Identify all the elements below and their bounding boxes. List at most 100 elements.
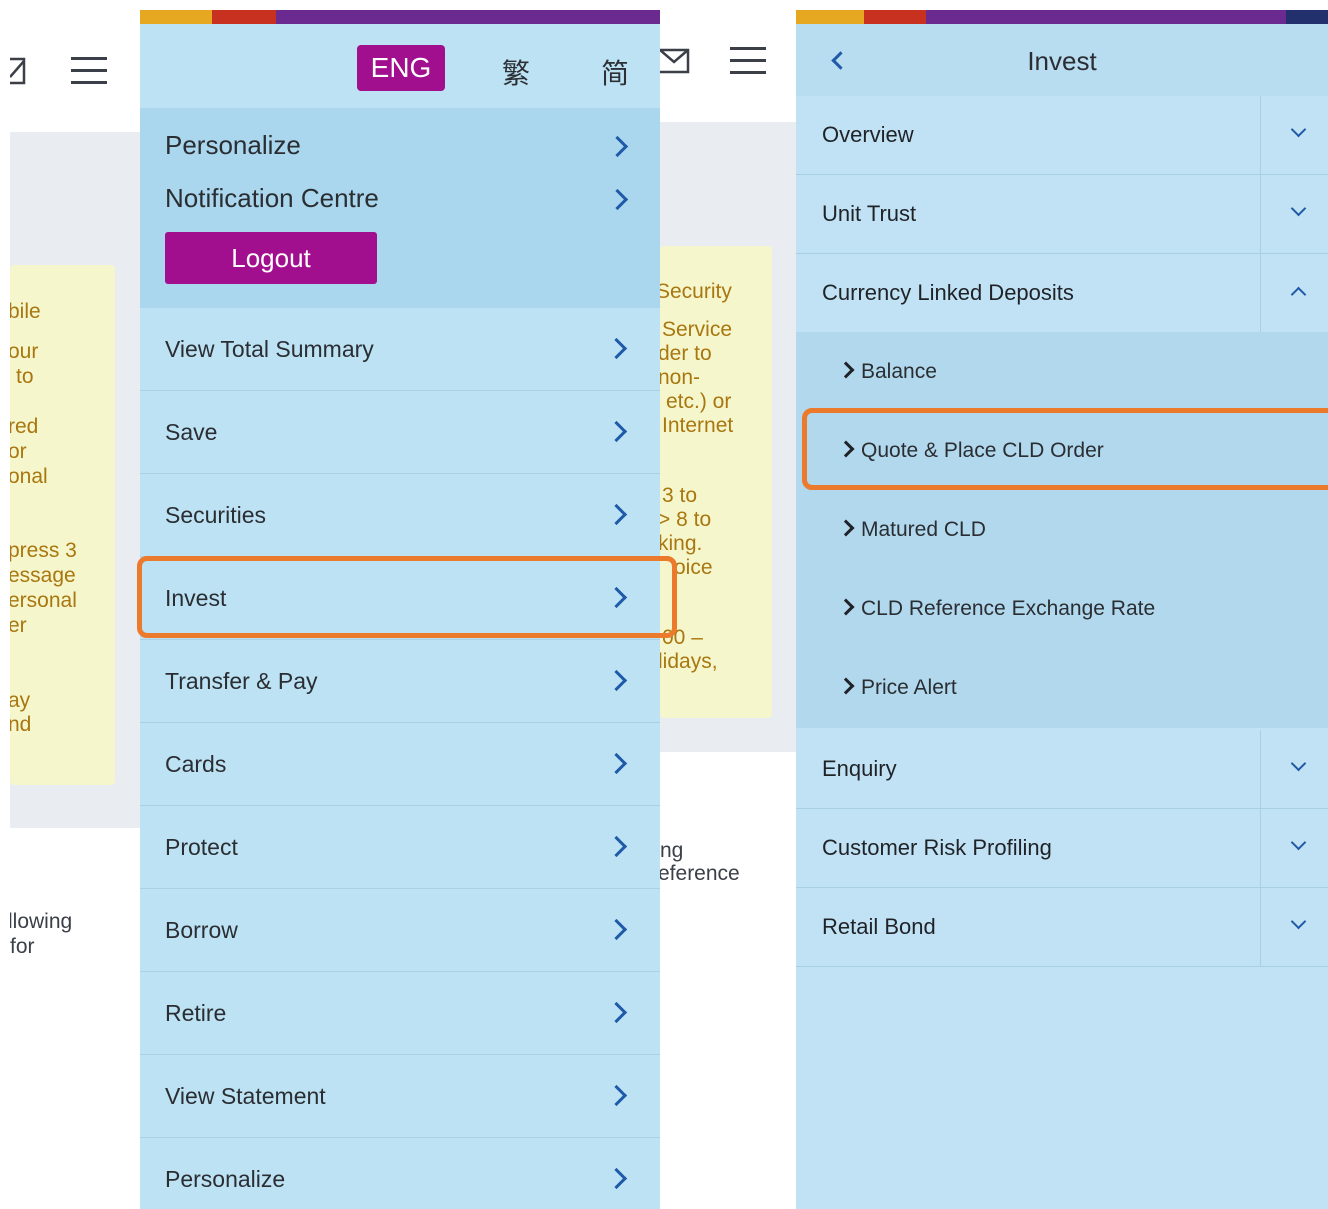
notice-text: der to — [660, 342, 712, 365]
menu-item-save[interactable]: Save — [140, 391, 660, 474]
section-currency-linked-deposits[interactable]: Currency Linked Deposits — [796, 254, 1328, 333]
divider — [1260, 809, 1261, 887]
notice-text: bile — [10, 300, 41, 323]
notice-text: essage — [10, 564, 76, 587]
chevron-down-icon — [1290, 200, 1307, 217]
notice-box: Security Service der to non- etc.) or In… — [660, 246, 772, 718]
personal-section: Personalize Notification Centre Logout — [140, 108, 660, 308]
hamburger-menu-icon[interactable] — [71, 56, 109, 86]
menu-item-personalize-bottom[interactable]: Personalize — [140, 1138, 660, 1209]
section-label: Customer Risk Profiling — [822, 835, 1052, 860]
menu-item-borrow[interactable]: Borrow — [140, 889, 660, 972]
chevron-right-icon — [606, 135, 629, 158]
section-label: Currency Linked Deposits — [822, 280, 1074, 305]
menu-item-cards[interactable]: Cards — [140, 723, 660, 806]
chevron-up-icon — [1290, 286, 1307, 303]
chevron-right-icon — [605, 669, 628, 692]
divider — [1260, 730, 1261, 808]
menu-item-view-total-summary[interactable]: View Total Summary — [140, 308, 660, 391]
section-retail-bond[interactable]: Retail Bond — [796, 888, 1328, 967]
lang-traditional-button[interactable]: 繁 — [502, 52, 530, 92]
notice-text: oice — [674, 556, 713, 579]
menu-item-personalize[interactable]: Personalize — [165, 130, 301, 161]
section-unit-trust[interactable]: Unit Trust — [796, 175, 1328, 254]
submenu-item-price-alert[interactable]: Price Alert — [796, 648, 1328, 727]
menu-item-retire[interactable]: Retire — [140, 972, 660, 1055]
menu-item-label: Protect — [165, 834, 238, 860]
notice-box: bile our to red or onal press 3 essage e… — [10, 265, 115, 785]
submenu-item-cld-reference-exchange-rate[interactable]: CLD Reference Exchange Rate — [796, 569, 1328, 648]
chevron-right-icon — [605, 1167, 628, 1190]
notice-text: ersonal — [10, 589, 77, 612]
chevron-down-icon — [1290, 755, 1307, 772]
highlight-quote-place-cld-order — [802, 408, 1328, 490]
lang-eng-button[interactable]: ENG — [357, 45, 445, 91]
brand-stripe — [140, 10, 660, 24]
invest-panel: Invest Overview Unit Trust Currency Link… — [796, 10, 1328, 1209]
notice-text: Internet — [662, 414, 734, 437]
chevron-right-icon — [605, 503, 628, 526]
notice-text: Service — [662, 318, 733, 341]
section-label: Retail Bond — [822, 914, 936, 939]
menu-item-protect[interactable]: Protect — [140, 806, 660, 889]
notice-text: > 8 to — [660, 508, 712, 531]
chevron-right-icon — [837, 519, 855, 537]
cld-submenu: Balance Quote & Place CLD Order Matured … — [796, 332, 1328, 728]
menu-item-label: Retire — [165, 1000, 227, 1026]
section-customer-risk-profiling[interactable]: Customer Risk Profiling — [796, 809, 1328, 888]
body-text: for — [10, 935, 35, 958]
chevron-down-icon — [1290, 913, 1307, 930]
top-bar — [660, 10, 796, 122]
chevron-right-icon — [606, 188, 629, 211]
divider — [1260, 96, 1261, 174]
notice-text: Security — [660, 280, 732, 303]
menu-item-securities[interactable]: Securities — [140, 474, 660, 557]
mail-icon[interactable] — [660, 48, 692, 74]
notice-text: or — [10, 440, 27, 463]
notice-text: etc.) or — [666, 390, 732, 413]
menu-item-label: View Total Summary — [165, 336, 374, 362]
lang-simplified-button[interactable]: 简 — [601, 52, 629, 92]
notice-text: ay — [10, 689, 31, 712]
notice-text: er — [10, 614, 27, 637]
chevron-right-icon — [605, 1001, 628, 1024]
menu-item-label: Borrow — [165, 917, 238, 943]
highlight-invest — [137, 556, 677, 638]
top-bar — [10, 10, 140, 132]
divider — [1260, 888, 1261, 966]
section-label: Overview — [822, 122, 914, 147]
notice-text: 3 to — [662, 484, 698, 507]
submenu-label: Matured CLD — [861, 518, 986, 541]
hamburger-menu-icon[interactable] — [730, 46, 768, 76]
mail-icon[interactable] — [10, 57, 30, 85]
divider — [1260, 175, 1261, 253]
chevron-right-icon — [605, 752, 628, 775]
section-label: Unit Trust — [822, 201, 917, 226]
menu-item-transfer-pay[interactable]: Transfer & Pay — [140, 640, 660, 723]
notice-text: lidays, — [660, 650, 718, 673]
menu-item-notification-centre[interactable]: Notification Centre — [165, 183, 379, 214]
menu-item-view-statement[interactable]: View Statement — [140, 1055, 660, 1138]
notice-text: press 3 — [10, 539, 77, 562]
body-text: ng — [660, 839, 684, 862]
menu-item-label: View Statement — [165, 1083, 326, 1109]
chevron-right-icon — [605, 835, 628, 858]
notice-text: non- — [660, 366, 701, 389]
submenu-label: CLD Reference Exchange Rate — [861, 597, 1156, 620]
notice-text: onal — [10, 465, 48, 488]
menu-item-label: Save — [165, 419, 218, 445]
notice-text: red — [10, 415, 39, 438]
notice-text: nd — [10, 713, 32, 736]
notice-text: king. — [660, 532, 703, 555]
logout-button[interactable]: Logout — [165, 232, 377, 284]
brand-stripe — [796, 10, 1328, 24]
submenu-item-matured-cld[interactable]: Matured CLD — [796, 490, 1328, 569]
chevron-right-icon — [605, 1084, 628, 1107]
submenu-item-balance[interactable]: Balance — [796, 332, 1328, 411]
section-overview[interactable]: Overview — [796, 96, 1328, 175]
body-text: llowing — [10, 910, 73, 933]
body-text: eference — [660, 862, 740, 885]
chevron-down-icon — [1290, 121, 1307, 138]
section-enquiry[interactable]: Enquiry — [796, 730, 1328, 809]
submenu-label: Balance — [861, 360, 937, 383]
